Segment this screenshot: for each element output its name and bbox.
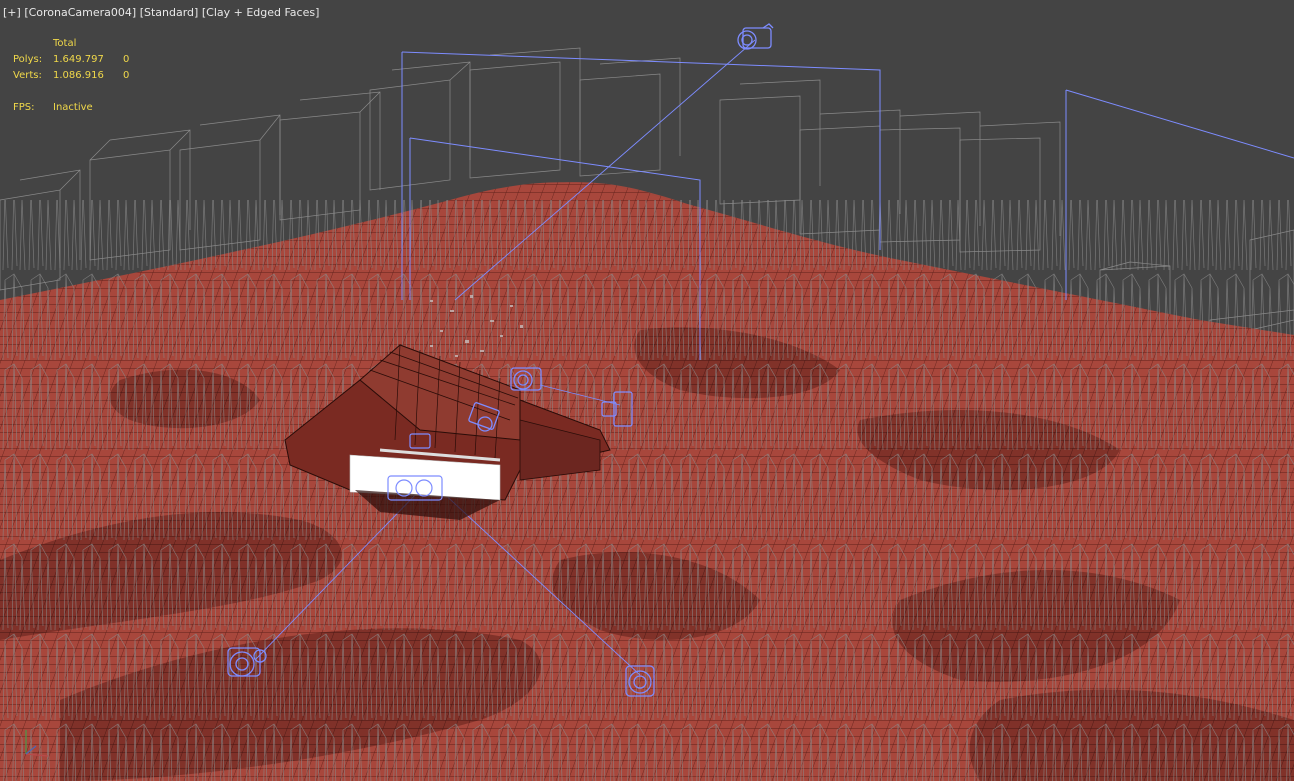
viewport-shading[interactable]: [Clay + Edged Faces]: [202, 6, 320, 19]
viewport-label[interactable]: [+] [CoronaCamera004] [Standard] [Clay +…: [3, 6, 319, 19]
stats-verts-selected: 0: [123, 70, 130, 81]
stats-polys-value: 1.649.797: [53, 54, 104, 65]
stats-polys-selected: 0: [123, 54, 130, 65]
stats-header: Total: [53, 38, 77, 49]
camera-icon[interactable]: [408, 432, 432, 452]
stats-verts-value: 1.086.916: [53, 70, 104, 81]
stats-fps-label: FPS:: [13, 102, 35, 113]
camera-icon[interactable]: [733, 22, 777, 56]
stats-polys-label: Polys:: [13, 54, 43, 65]
camera-icon[interactable]: [618, 660, 664, 706]
camera-icon[interactable]: [503, 362, 549, 398]
viewport-mode[interactable]: [Standard]: [140, 6, 199, 19]
camera-icon[interactable]: [465, 402, 505, 438]
viewport[interactable]: [+] [CoronaCamera004] [Standard] [Clay +…: [0, 0, 1294, 781]
stats-verts-label: Verts:: [13, 70, 42, 81]
axis-gizmo-icon: [25, 730, 49, 757]
viewport-menu-plus[interactable]: [+]: [3, 6, 21, 19]
viewport-camera-name[interactable]: [CoronaCamera004]: [24, 6, 136, 19]
camera-icon[interactable]: [598, 388, 642, 432]
camera-icon[interactable]: [222, 642, 272, 688]
camera-icon[interactable]: [384, 470, 446, 506]
stats-fps-value: Inactive: [53, 102, 93, 113]
